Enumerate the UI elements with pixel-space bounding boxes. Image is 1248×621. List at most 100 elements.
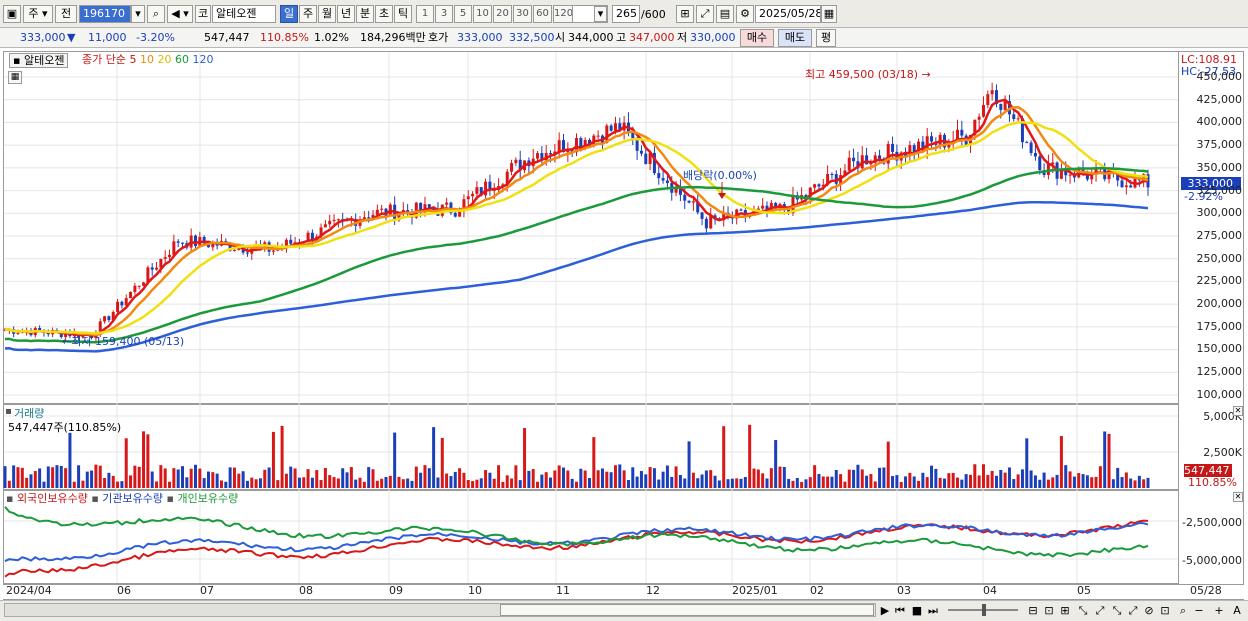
volume-bar [1129,478,1133,488]
zoom-out-icon[interactable]: − [1192,603,1206,619]
candle-body [1038,156,1042,171]
volume-bar [445,473,449,488]
ma-legend-60: 60 [174,53,189,66]
volume-bar [691,472,695,488]
volume-bar [981,464,985,488]
volume-bar [960,479,964,488]
holding-legend-marker-3: ▪ [166,492,174,505]
scrollbar-thumb[interactable] [500,604,874,616]
volume-bar [181,466,185,488]
draw-tool-icon-5[interactable]: ⊘ [1142,603,1156,619]
volume-bar [570,478,574,488]
layout-icon-3[interactable]: ⊞ [1058,603,1072,619]
volume-bar [1059,436,1063,488]
volume-bar [687,441,691,488]
zoom-in-icon[interactable]: + [1212,603,1226,619]
candle-body [1124,185,1128,188]
draw-tool-icon-1[interactable]: ⤡ [1076,603,1090,619]
draw-tool-icon-4[interactable]: ⤢ [1126,603,1140,619]
volume-bar [999,469,1003,488]
volume-bar [1020,469,1024,488]
volume-bar [323,468,327,488]
volume-bar [293,468,297,488]
volume-bar [410,480,414,488]
volume-bar [990,470,994,488]
draw-tool-icon-6[interactable]: ⊡ [1158,603,1172,619]
volume-bar [440,437,444,488]
draw-tool-icon-3[interactable]: ⤡ [1110,603,1124,619]
volume-bar [592,437,596,488]
x-axis-tick: 06 [117,584,131,597]
volume-close-icon[interactable]: ✕ [1233,406,1243,416]
calculator-icon[interactable]: ▦ [8,71,22,84]
volume-bar [847,469,851,488]
holding-legend-marker: ▪ [6,492,14,505]
first-page-icon[interactable]: ⏮ [893,603,907,619]
volume-bar [912,476,916,488]
volume-bar [709,470,713,488]
layout-icon-2[interactable]: ⊡ [1042,603,1056,619]
volume-bar [787,478,791,488]
volume-bar [336,478,340,488]
layout-icon-1[interactable]: ⊟ [1026,603,1040,619]
volume-bar [159,465,163,488]
volume-bar [873,481,877,488]
font-size-icon[interactable]: A [1230,603,1244,619]
volume-bar [297,477,301,488]
zoom-search-icon[interactable]: ⌕ [1176,603,1190,619]
holding-legend-foreign: 외국인보유수량 [16,492,88,505]
x-axis-tick: 08 [299,584,313,597]
volume-bar [1038,479,1042,488]
last-page-icon[interactable]: ⏭ [926,603,940,619]
x-axis-tick: 2025/01 [732,584,778,597]
volume-bar [683,478,687,488]
volume-bar [237,473,241,488]
volume-bar [12,465,16,488]
volume-bar [778,466,782,488]
volume-bar [674,466,678,488]
zoom-slider-thumb[interactable] [982,604,986,616]
volume-bar [436,477,440,488]
candle-body [176,241,180,243]
candle-body [245,252,249,254]
volume-bar [523,428,527,488]
scroll-right-icon[interactable]: ▶ [878,603,892,619]
candle-body [168,254,172,258]
volume-bar [189,468,193,488]
candle-body [163,257,167,259]
volume-bar [85,471,89,488]
draw-tool-icon-2[interactable]: ⤢ [1093,603,1107,619]
volume-bar [678,475,682,488]
candle-body [665,180,669,184]
volume-bar [544,472,548,488]
volume-bar [302,477,306,488]
dividend-annotation: 배당락(0.00%) [683,169,757,182]
volume-bar [258,478,262,488]
volume-bar [215,473,219,488]
candle-body [999,104,1003,110]
ma-legend-20: 20 [157,53,172,66]
volume-bar [553,470,557,488]
price-tick: 275,000 [1196,228,1243,242]
volume-bar [397,476,401,488]
volume-bar [64,468,68,488]
volume-bar [882,467,886,488]
chart-canvas[interactable] [0,0,1248,600]
volume-bar [155,481,159,488]
volume-bar [730,478,734,488]
holding-close-icon[interactable]: ✕ [1233,492,1243,502]
volume-bar [665,465,669,488]
volume-pct-tag: 110.85% [1188,476,1237,489]
volume-bar [1029,470,1033,488]
volume-bar [81,480,85,488]
volume-bar [224,481,228,488]
volume-bar [947,473,951,488]
candle-body [137,285,141,287]
volume-bar [90,470,94,488]
candle-body [332,219,336,221]
volume-bar [501,481,505,488]
volume-bar [42,481,46,488]
candle-body [977,116,981,120]
candle-body [981,104,985,117]
stop-icon[interactable]: ■ [910,603,924,619]
